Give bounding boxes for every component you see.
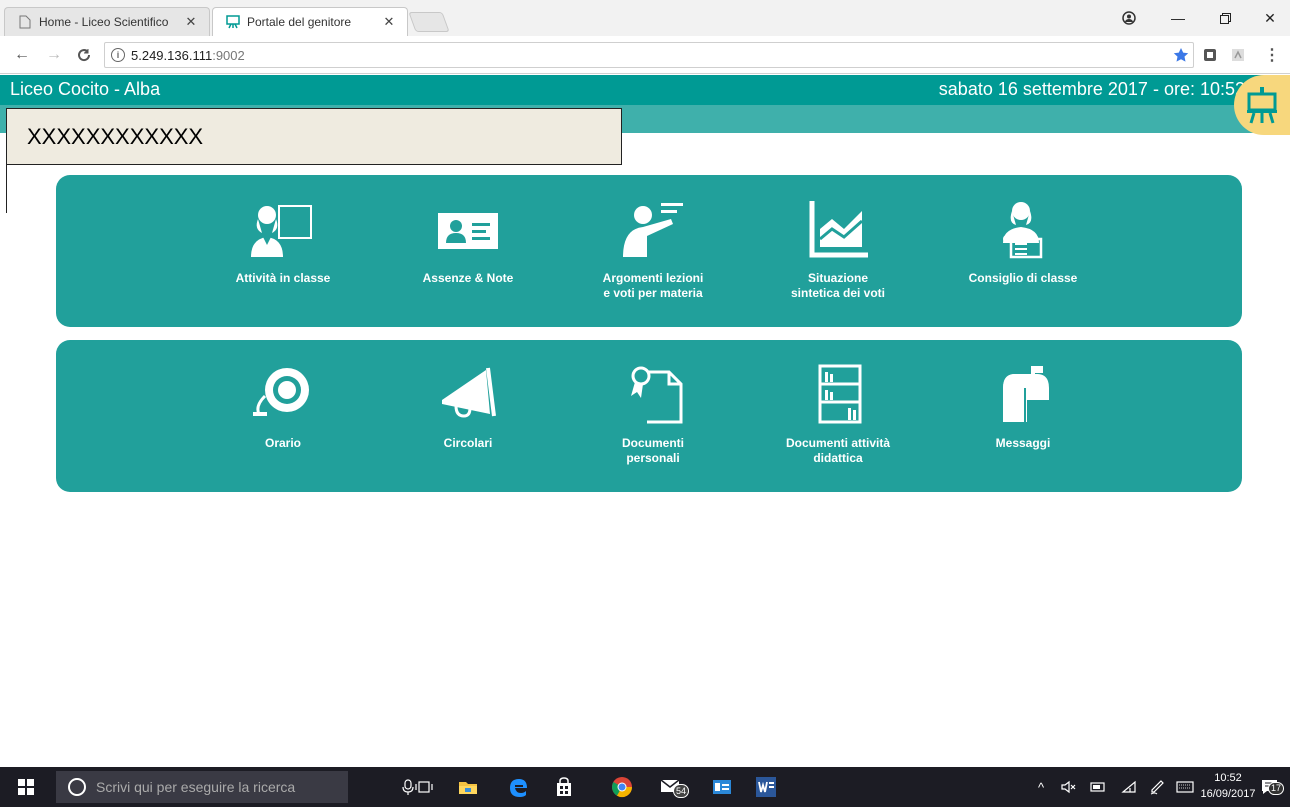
tile-messaggi[interactable]: Messaggi bbox=[948, 340, 1098, 492]
services-panel-top: Attività in classe Assenze & Note Argome… bbox=[56, 175, 1242, 327]
edge-browser-icon[interactable] bbox=[506, 775, 530, 799]
tile-label-2: didattica bbox=[813, 451, 863, 465]
tile-label: Documenti attività bbox=[785, 436, 890, 450]
tile-label-2: personali bbox=[626, 451, 680, 465]
school-name: Liceo Cocito - Alba bbox=[10, 79, 161, 99]
notification-badge: 17 bbox=[1268, 782, 1285, 795]
pdf-extension-icon[interactable] bbox=[1228, 45, 1248, 65]
task-view-icon[interactable] bbox=[412, 775, 436, 799]
tile-consiglio-classe[interactable]: Consiglio di classe bbox=[948, 175, 1098, 327]
student-name-box: XXXXXXXXXXXX bbox=[6, 108, 622, 165]
bookmark-star-icon[interactable] bbox=[1171, 45, 1191, 65]
tile-label-2: sintetica dei voti bbox=[790, 286, 886, 300]
teacher-pointing-icon bbox=[578, 197, 728, 261]
page-icon bbox=[17, 14, 33, 30]
header-datetime: sabato 16 settembre 2017 - ore: 10:52 bbox=[938, 79, 1245, 99]
notification-center-icon[interactable]: 17 bbox=[1256, 777, 1285, 797]
tile-label: Documenti bbox=[621, 436, 684, 450]
volume-muted-icon[interactable] bbox=[1058, 777, 1080, 797]
tab-portale[interactable]: Portale del genitore ✕ bbox=[212, 7, 408, 36]
browser-tab-strip: Home - Liceo Scientifico ✕ Portale del g… bbox=[0, 0, 1290, 36]
tile-circolari[interactable]: Circolari bbox=[393, 340, 543, 492]
profile-icon[interactable] bbox=[1114, 8, 1144, 28]
tile-argomenti-lezioni[interactable]: Argomenti lezioni e voti per materia bbox=[578, 175, 728, 327]
file-explorer-icon[interactable] bbox=[456, 775, 480, 799]
mail-badge: 54 bbox=[673, 784, 690, 798]
keyboard-icon[interactable] bbox=[1174, 777, 1196, 797]
certificate-document-icon bbox=[578, 362, 728, 426]
tile-label: Assenze & Note bbox=[422, 271, 514, 285]
info-icon[interactable]: i bbox=[111, 48, 125, 62]
tile-label: Attività in classe bbox=[235, 271, 331, 285]
back-icon[interactable]: ← bbox=[12, 45, 32, 65]
store-icon[interactable] bbox=[552, 775, 576, 799]
windows-taskbar: Scrivi qui per eseguire la ricerca 54 ^ … bbox=[0, 767, 1290, 807]
chart-icon bbox=[763, 197, 913, 261]
close-icon[interactable]: ✕ bbox=[381, 14, 397, 30]
tile-attivita-in-classe[interactable]: Attività in classe bbox=[208, 175, 358, 327]
tile-label: Messaggi bbox=[995, 436, 1051, 450]
cortana-icon bbox=[68, 778, 86, 796]
teacher-board-icon bbox=[208, 197, 358, 261]
bell-icon bbox=[208, 362, 358, 426]
screen: Home - Liceo Scientifico ✕ Portale del g… bbox=[0, 0, 1290, 807]
easel-logo-icon bbox=[1234, 75, 1290, 135]
battery-icon[interactable] bbox=[1087, 777, 1109, 797]
services-panel-bottom: Orario Circolari Documenti personali Doc… bbox=[56, 340, 1242, 492]
chrome-icon[interactable] bbox=[610, 775, 634, 799]
minimize-icon[interactable]: — bbox=[1163, 8, 1193, 28]
tab-title: Portale del genitore bbox=[247, 15, 352, 29]
search-placeholder: Scrivi qui per eseguire la ricerca bbox=[96, 779, 296, 795]
mail-app-icon[interactable]: 54 bbox=[658, 775, 692, 799]
contacts-app-icon[interactable] bbox=[710, 775, 734, 799]
megaphone-icon bbox=[393, 362, 543, 426]
menu-icon[interactable]: ⋮ bbox=[1262, 45, 1282, 65]
clock-date: 16/09/2017 bbox=[1200, 788, 1256, 800]
tile-label: Orario bbox=[264, 436, 301, 450]
forward-icon[interactable]: → bbox=[44, 45, 64, 65]
tile-assenze-note[interactable]: Assenze & Note bbox=[393, 175, 543, 327]
tile-label: Consiglio di classe bbox=[968, 271, 1078, 285]
word-icon[interactable] bbox=[754, 775, 778, 799]
close-icon[interactable]: ✕ bbox=[183, 14, 199, 30]
address-toolbar: ← → i 5.249.136.111:9002 ⋮ bbox=[0, 36, 1290, 74]
tile-situazione-voti[interactable]: Situazione sintetica dei voti bbox=[763, 175, 913, 327]
chevron-up-icon[interactable]: ^ bbox=[1032, 777, 1050, 797]
pen-icon[interactable] bbox=[1146, 777, 1168, 797]
url-host: 5.249.136.111 bbox=[131, 47, 213, 63]
clock-time: 10:52 bbox=[1214, 772, 1242, 784]
tile-label-2: e voti per materia bbox=[603, 286, 703, 300]
tile-label: Argomenti lezioni bbox=[602, 271, 704, 285]
tile-documenti-didattica[interactable]: Documenti attività didattica bbox=[763, 340, 913, 492]
easel-icon bbox=[225, 14, 241, 30]
divider bbox=[6, 165, 7, 213]
new-tab-button[interactable] bbox=[408, 12, 450, 32]
url-field[interactable]: i 5.249.136.111:9002 bbox=[104, 42, 1194, 68]
tile-label: Situazione bbox=[807, 271, 868, 285]
mailbox-icon bbox=[948, 362, 1098, 426]
extension-icon[interactable] bbox=[1200, 45, 1220, 65]
system-clock[interactable]: 10:52 16/09/2017 bbox=[1200, 770, 1256, 802]
person-desk-icon bbox=[948, 197, 1098, 261]
tile-documenti-personali[interactable]: Documenti personali bbox=[578, 340, 728, 492]
reload-icon[interactable] bbox=[74, 45, 94, 65]
restore-icon[interactable] bbox=[1210, 8, 1240, 28]
student-name: XXXXXXXXXXXX bbox=[27, 123, 204, 149]
windows-start-icon[interactable] bbox=[18, 779, 34, 795]
wifi-icon[interactable] bbox=[1118, 777, 1140, 797]
bookshelf-icon bbox=[763, 362, 913, 426]
tab-home[interactable]: Home - Liceo Scientifico ✕ bbox=[4, 7, 210, 36]
window-close-icon[interactable]: ✕ bbox=[1255, 8, 1285, 28]
id-card-icon bbox=[393, 197, 543, 261]
tile-label: Circolari bbox=[443, 436, 493, 450]
taskbar-search-input[interactable]: Scrivi qui per eseguire la ricerca bbox=[56, 771, 348, 803]
tile-orario[interactable]: Orario bbox=[208, 340, 358, 492]
tab-title: Home - Liceo Scientifico bbox=[39, 15, 169, 29]
url-port: :9002 bbox=[212, 47, 245, 63]
app-header: Liceo Cocito - Alba sabato 16 settembre … bbox=[0, 75, 1290, 105]
